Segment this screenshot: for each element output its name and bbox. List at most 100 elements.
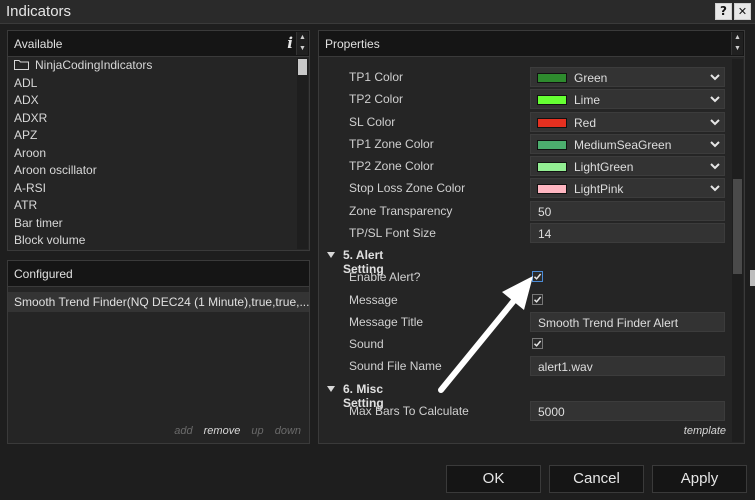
- spin-up-icon[interactable]: ▲: [732, 32, 743, 43]
- configured-item[interactable]: Smooth Trend Finder(NQ DEC24 (1 Minute),…: [8, 292, 309, 312]
- property-row: Stop Loss Zone Color LightPink: [319, 177, 729, 199]
- property-label: Stop Loss Zone Color: [349, 181, 466, 196]
- checkmark-icon: [533, 273, 542, 281]
- chevron-down-icon[interactable]: [709, 116, 721, 128]
- available-item[interactable]: Aroon: [8, 145, 295, 163]
- available-scroll-thumb[interactable]: [298, 59, 307, 75]
- property-label: TP1 Color: [349, 70, 404, 84]
- add-link[interactable]: add: [174, 425, 192, 437]
- available-scrollbar[interactable]: [297, 58, 308, 249]
- property-row: Sound: [319, 333, 729, 355]
- ok-button[interactable]: OK: [446, 465, 541, 493]
- property-value: Red: [574, 115, 597, 130]
- available-item[interactable]: Block volume: [8, 232, 295, 250]
- available-item-label: Aroon oscillator: [14, 163, 97, 177]
- available-item-label: Bar timer: [14, 215, 63, 230]
- property-value: LightPink: [574, 182, 624, 197]
- available-item[interactable]: A-RSI: [8, 180, 295, 198]
- property-value: MediumSeaGreen: [574, 137, 672, 152]
- property-input[interactable]: Smooth Trend Finder Alert: [530, 311, 725, 332]
- properties-panel: Properties ▲ ▼ TP1 Color Green TP2 Color Li…: [318, 30, 745, 444]
- color-swatch: [537, 184, 567, 195]
- property-label: TP1 Zone Color: [349, 136, 434, 151]
- available-item-label: NinjaCodingIndicators: [35, 58, 153, 72]
- side-tab[interactable]: [750, 270, 755, 286]
- available-item[interactable]: Aroon oscillator: [8, 162, 295, 180]
- property-label: Zone Transparency: [349, 203, 453, 218]
- property-label: TP/SL Font Size: [349, 225, 436, 240]
- available-item-label: ADXR: [14, 110, 48, 125]
- property-row: Max Bars To Calculate 5000: [319, 400, 729, 422]
- available-item[interactable]: APZ: [8, 127, 295, 145]
- property-row: Enable Alert?: [319, 266, 729, 288]
- property-checkbox[interactable]: [532, 271, 543, 283]
- color-dropdown[interactable]: Lime: [530, 89, 725, 110]
- property-label: Enable Alert?: [349, 270, 421, 285]
- available-item[interactable]: ADXR: [8, 110, 295, 128]
- properties-spinner[interactable]: ▲ ▼: [731, 32, 743, 55]
- spin-down-icon[interactable]: ▼: [732, 43, 743, 54]
- property-input[interactable]: 14: [530, 222, 725, 243]
- property-input[interactable]: alert1.wav: [530, 356, 725, 377]
- expand-triangle-icon[interactable]: [327, 252, 335, 258]
- color-dropdown[interactable]: Green: [530, 67, 725, 87]
- chevron-down-icon[interactable]: [709, 93, 721, 105]
- properties-grid: TP1 Color Green TP2 Color Lime SL Color Red TP…: [319, 58, 744, 443]
- available-header: Available i ▲ ▼: [8, 31, 309, 57]
- up-link[interactable]: up: [251, 425, 263, 437]
- properties-scrollbar[interactable]: [732, 59, 743, 442]
- properties-header: Properties ▲ ▼: [319, 31, 744, 57]
- apply-button[interactable]: Apply: [652, 465, 747, 493]
- property-label: Message: [349, 292, 398, 307]
- available-item[interactable]: ADX: [8, 92, 295, 110]
- property-value: alert1.wav: [538, 360, 593, 375]
- property-row: TP2 Color Lime: [319, 88, 729, 110]
- spin-down-icon[interactable]: ▼: [297, 43, 308, 54]
- available-spinner[interactable]: ▲ ▼: [296, 32, 308, 55]
- color-dropdown[interactable]: MediumSeaGreen: [530, 133, 725, 154]
- color-dropdown[interactable]: LightGreen: [530, 156, 725, 176]
- chevron-down-icon[interactable]: [709, 160, 721, 172]
- property-value: 14: [538, 226, 552, 241]
- info-icon[interactable]: i: [287, 34, 293, 52]
- template-link[interactable]: template: [684, 425, 726, 437]
- property-input[interactable]: 5000: [530, 400, 725, 421]
- property-label: Sound: [349, 337, 384, 351]
- expand-triangle-icon[interactable]: [327, 385, 335, 392]
- spin-up-icon[interactable]: ▲: [297, 32, 308, 43]
- property-value: LightGreen: [574, 160, 634, 174]
- cancel-button[interactable]: Cancel: [549, 465, 644, 493]
- property-label: SL Color: [349, 114, 396, 129]
- available-item-label: Aroon: [14, 145, 47, 160]
- configured-title: Configured: [14, 267, 73, 281]
- chevron-down-icon[interactable]: [709, 71, 721, 83]
- property-row: TP1 Color Green: [319, 66, 729, 88]
- down-link[interactable]: down: [275, 425, 301, 437]
- available-item[interactable]: NinjaCodingIndicators: [8, 57, 295, 75]
- property-value: 50: [538, 204, 552, 219]
- property-label: Max Bars To Calculate: [349, 403, 469, 418]
- property-row: TP1 Zone Color MediumSeaGreen: [319, 133, 729, 155]
- property-checkbox[interactable]: [532, 338, 543, 349]
- help-button[interactable]: ?: [715, 3, 732, 20]
- remove-link[interactable]: remove: [204, 425, 241, 437]
- available-item[interactable]: ATR: [8, 197, 295, 215]
- available-item-label: APZ: [14, 128, 38, 142]
- properties-scroll-thumb[interactable]: [733, 179, 742, 274]
- close-button[interactable]: ✕: [734, 3, 751, 20]
- property-row: SL Color Red: [319, 111, 729, 133]
- chevron-down-icon[interactable]: [709, 138, 721, 150]
- property-value: 5000: [538, 404, 565, 419]
- color-swatch: [537, 162, 567, 172]
- property-label: TP2 Zone Color: [349, 159, 434, 173]
- color-dropdown[interactable]: Red: [530, 111, 725, 132]
- available-title: Available: [14, 37, 63, 51]
- chevron-down-icon[interactable]: [709, 182, 721, 194]
- property-row: TP/SL Font Size 14: [319, 222, 729, 244]
- color-dropdown[interactable]: LightPink: [530, 178, 725, 199]
- available-item[interactable]: Bar timer: [8, 215, 295, 233]
- available-panel: Available i ▲ ▼ NinjaCodingIndicators ADL…: [7, 30, 310, 251]
- property-checkbox[interactable]: [532, 293, 543, 305]
- property-input[interactable]: 50: [530, 200, 725, 221]
- available-item[interactable]: ADL: [8, 75, 295, 93]
